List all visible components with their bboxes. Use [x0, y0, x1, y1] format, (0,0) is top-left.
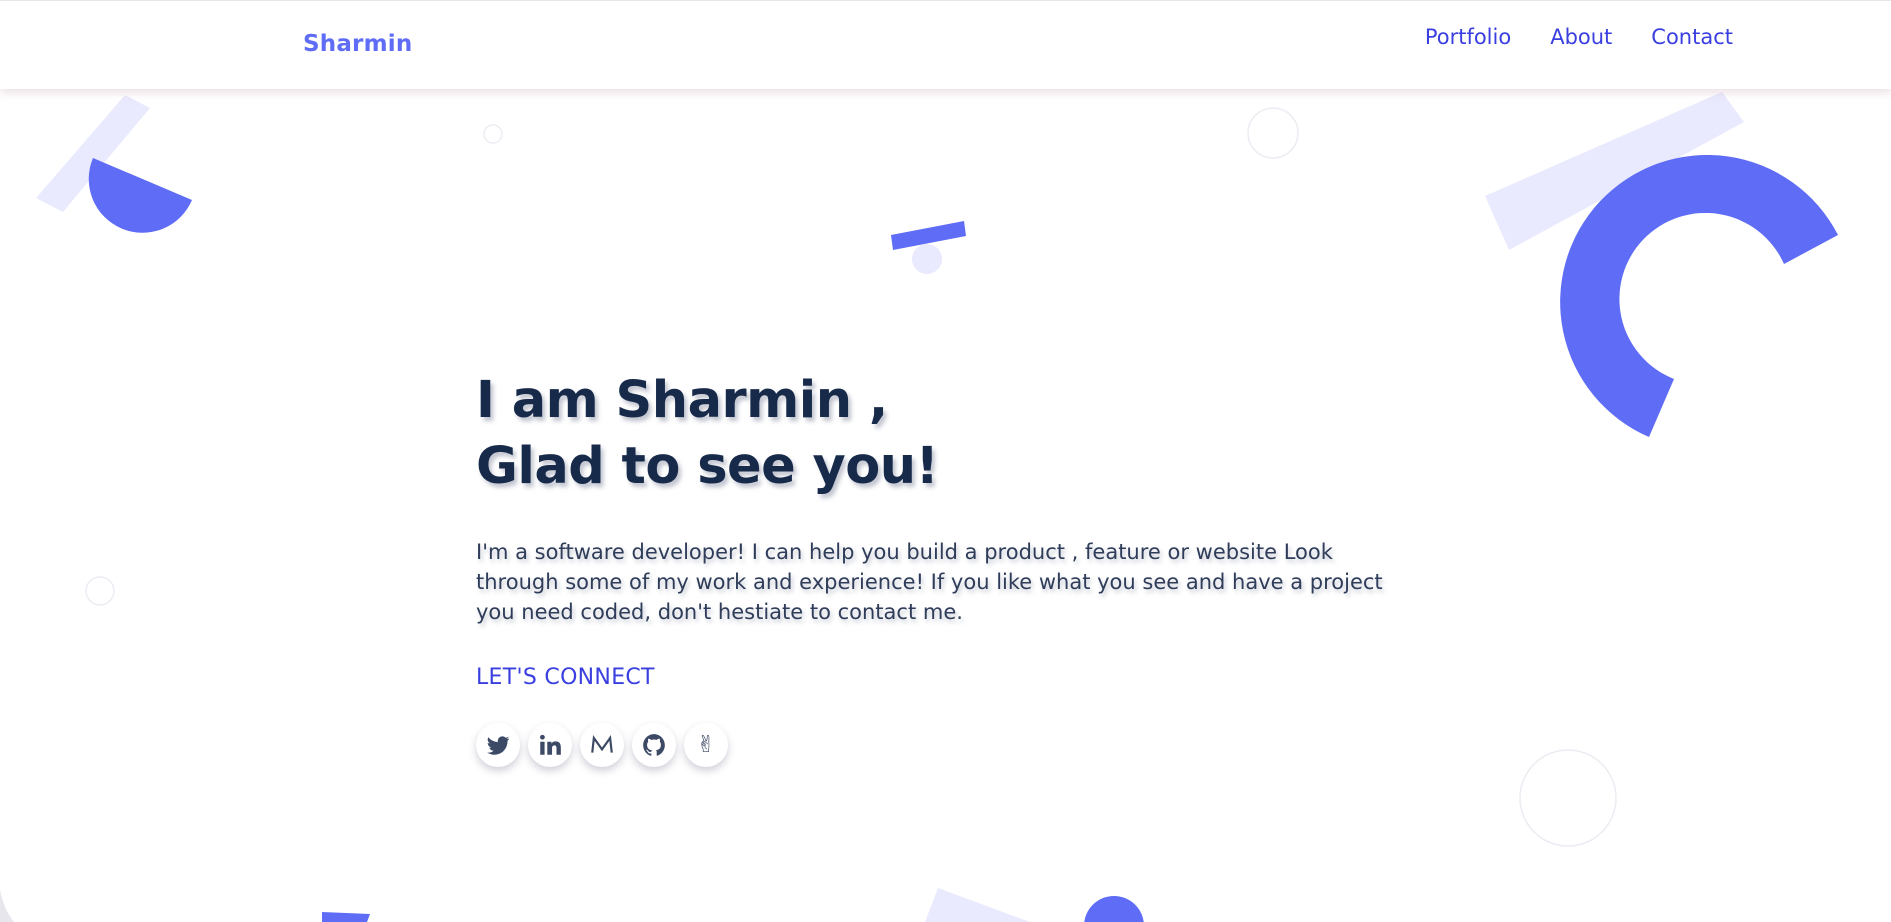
- medium-link[interactable]: [580, 723, 624, 767]
- page: Sharmin Portfolio About Contact I am Sha…: [0, 0, 1891, 922]
- angellist-link[interactable]: ✌: [684, 723, 728, 767]
- decor-circle-medium: [1247, 107, 1299, 159]
- nav-link-portfolio[interactable]: Portfolio: [1425, 25, 1511, 49]
- decor-circle-left: [85, 576, 115, 606]
- hero-headline: I am Sharmin , Glad to see you!: [476, 368, 1396, 500]
- nav-link-contact[interactable]: Contact: [1651, 25, 1733, 49]
- linkedin-link[interactable]: [528, 723, 572, 767]
- decor-bar-bottom-center: [925, 888, 1030, 922]
- navbar: Sharmin Portfolio About Contact: [0, 0, 1891, 89]
- decor-corner-curve: [0, 890, 14, 922]
- decor-circle-small: [483, 124, 503, 144]
- github-icon: [643, 734, 665, 756]
- headline-line-1: I am Sharmin ,: [476, 371, 888, 430]
- angellist-icon: ✌: [696, 731, 716, 758]
- decor-bar-bottom-left: [322, 912, 370, 922]
- nav-links: Portfolio About Contact: [1425, 25, 1733, 49]
- decor-circle-bottom: [1084, 896, 1144, 922]
- headline-line-2: Glad to see you!: [476, 437, 939, 496]
- social-links: ✌: [476, 723, 1396, 767]
- hero-intro-text: I'm a software developer! I can help you…: [476, 540, 1383, 624]
- decor-dot-center: [912, 244, 942, 274]
- nav-link-about[interactable]: About: [1550, 25, 1612, 49]
- brand-logo-link[interactable]: Sharmin: [303, 31, 412, 57]
- decor-half-disc: [88, 158, 192, 233]
- twitter-icon: [487, 736, 510, 755]
- decor-circle-large: [1519, 749, 1617, 847]
- twitter-link[interactable]: [476, 723, 520, 767]
- linkedin-icon: [540, 734, 561, 755]
- hero-section: I am Sharmin , Glad to see you! I'm a so…: [476, 368, 1396, 767]
- github-link[interactable]: [632, 723, 676, 767]
- medium-icon: [591, 735, 613, 753]
- lets-connect-link[interactable]: LET'S CONNECT: [476, 665, 655, 690]
